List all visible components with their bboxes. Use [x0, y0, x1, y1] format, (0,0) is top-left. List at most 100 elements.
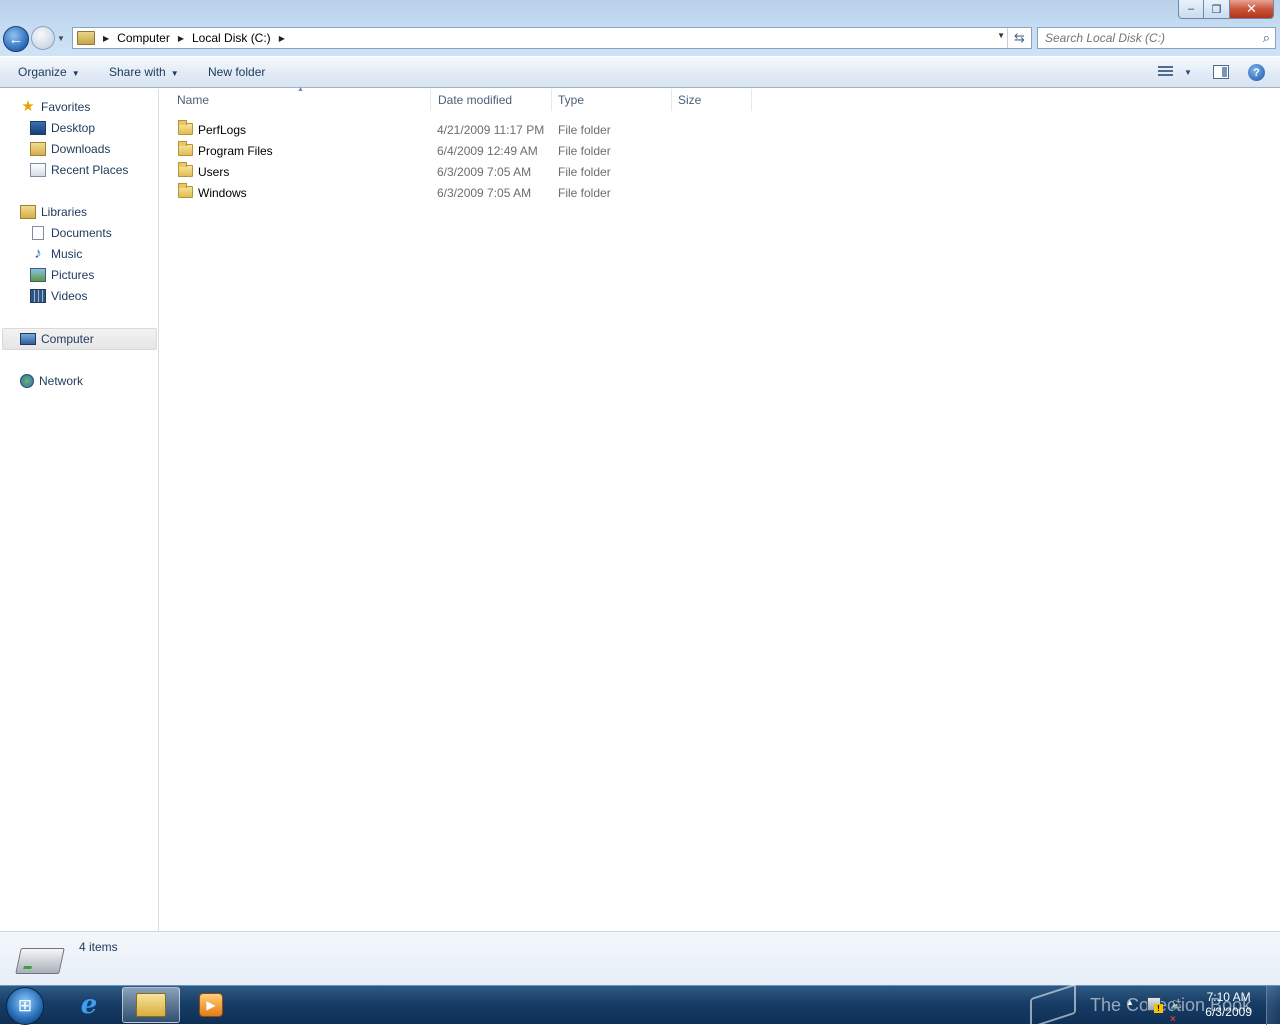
file-name: Program Files: [198, 144, 273, 158]
chevron-right-icon[interactable]: ▶: [178, 34, 184, 43]
file-name: PerfLogs: [198, 123, 247, 137]
column-header-name[interactable]: Name ▲: [160, 86, 431, 111]
file-row[interactable]: Windows 6/3/2009 7:05 AM File folder: [160, 182, 760, 203]
file-name: Windows: [198, 186, 247, 200]
nav-item-downloads[interactable]: Downloads: [30, 139, 110, 159]
organize-label: Organize: [18, 65, 67, 79]
nav-item-desktop[interactable]: Desktop: [30, 118, 95, 138]
file-type: File folder: [558, 123, 611, 137]
pictures-icon: [30, 268, 46, 282]
nav-item-videos[interactable]: Videos: [30, 286, 87, 306]
nav-item-label: Recent Places: [51, 163, 129, 177]
folder-icon: [178, 162, 193, 177]
volume-muted-icon[interactable]: 🔈×: [1170, 997, 1185, 1025]
start-button[interactable]: ⊞: [6, 987, 44, 1025]
search-box[interactable]: ⌕: [1037, 27, 1276, 49]
file-date-modified: 4/21/2009 11:17 PM: [437, 123, 545, 137]
file-list: Name ▲ Date modified Type Size PerfLogs …: [160, 86, 1280, 931]
film-strip-icon: [30, 289, 46, 303]
nav-favorites[interactable]: ★ Favorites: [20, 97, 90, 117]
taskbar-internet-explorer[interactable]: e: [60, 987, 118, 1023]
file-row[interactable]: Program Files 6/4/2009 12:49 AM File fol…: [160, 140, 760, 161]
nav-item-label: Documents: [51, 226, 112, 240]
nav-item-recent-places[interactable]: Recent Places: [30, 160, 128, 180]
system-clock[interactable]: 7:10 AM 6/3/2009: [1205, 990, 1252, 1020]
star-icon: ★: [21, 98, 35, 115]
nav-network[interactable]: Network: [20, 371, 83, 391]
nav-item-pictures[interactable]: Pictures: [30, 265, 94, 285]
search-input[interactable]: [1038, 28, 1248, 48]
breadcrumb-local-disk[interactable]: Local Disk (C:): [192, 31, 271, 45]
item-count: 4 items: [79, 940, 118, 954]
folder-icon: [178, 183, 193, 198]
hard-drive-icon: [15, 948, 65, 974]
share-with-button[interactable]: Share with ▼: [109, 65, 179, 79]
breadcrumb-computer[interactable]: Computer: [117, 31, 170, 45]
taskbar-media-player[interactable]: ▶: [182, 987, 240, 1023]
folder-icon: [178, 120, 193, 135]
book-icon: [1030, 983, 1076, 1028]
nav-item-music[interactable]: ♪ Music: [30, 244, 82, 264]
command-bar: Organize ▼ Share with ▼ New folder ▼ ?: [0, 56, 1280, 88]
details-pane: 4 items: [0, 931, 1280, 985]
title-bar: – ❐ ✕ ← ▼ ▶ Computer ▶ Local Disk (C:) ▶…: [0, 0, 1280, 56]
drive-folder-icon: [77, 31, 95, 45]
nav-libraries-label: Libraries: [41, 205, 88, 219]
column-header-type[interactable]: Type: [552, 89, 672, 111]
windows-logo-icon: ⊞: [17, 996, 33, 1015]
music-note-icon: ♪: [34, 245, 42, 262]
maximize-button[interactable]: ❐: [1204, 0, 1230, 19]
nav-item-documents[interactable]: Documents: [30, 223, 112, 243]
help-icon[interactable]: ?: [1248, 64, 1265, 81]
taskbar-windows-explorer[interactable]: [122, 987, 180, 1023]
search-icon[interactable]: ⌕: [1263, 30, 1270, 46]
window-controls: – ❐ ✕: [1178, 0, 1274, 19]
desktop-icon: [30, 121, 46, 135]
nav-computer[interactable]: Computer: [20, 329, 94, 349]
nav-item-label: Videos: [51, 289, 88, 303]
show-desktop-button[interactable]: [1266, 986, 1280, 1025]
chevron-right-icon[interactable]: ▶: [279, 34, 285, 43]
recent-pages-dropdown[interactable]: ▼: [57, 34, 65, 43]
file-name: Users: [198, 165, 230, 179]
new-folder-button[interactable]: New folder: [208, 65, 265, 79]
organize-button[interactable]: Organize ▼: [18, 65, 80, 79]
address-bar[interactable]: ▶ Computer ▶ Local Disk (C:) ▶ ▼ ⇆: [72, 27, 1032, 49]
nav-item-label: Desktop: [51, 121, 96, 135]
column-header-size[interactable]: Size: [672, 89, 752, 111]
view-options-dropdown[interactable]: ▼: [1184, 68, 1192, 77]
nav-network-label: Network: [39, 374, 84, 388]
clock-date: 6/3/2009: [1205, 1005, 1252, 1019]
close-button[interactable]: ✕: [1230, 0, 1274, 19]
preview-pane-icon[interactable]: [1213, 65, 1229, 79]
share-with-label: Share with: [109, 65, 166, 79]
nav-libraries[interactable]: Libraries: [20, 202, 87, 222]
forward-button[interactable]: [31, 26, 55, 50]
back-button[interactable]: ←: [3, 26, 29, 52]
documents-icon: [32, 226, 44, 240]
nav-item-label: Pictures: [51, 268, 95, 282]
sort-ascending-icon: ▲: [297, 86, 304, 93]
computer-icon: [20, 333, 36, 345]
taskbar: ⊞ e ▶ The Collection Book ▲ 🔈× 7:10 AM 6…: [0, 983, 1280, 1028]
nav-item-label: Music: [51, 247, 83, 261]
column-header-date-modified[interactable]: Date modified: [432, 89, 552, 111]
address-dropdown-button[interactable]: ▼: [997, 31, 1005, 40]
chevron-down-icon: ▼: [170, 69, 179, 78]
chevron-right-icon[interactable]: ▶: [103, 34, 109, 43]
file-date-modified: 6/3/2009 7:05 AM: [437, 186, 532, 200]
file-date-modified: 6/3/2009 7:05 AM: [437, 165, 532, 179]
refresh-button[interactable]: ⇆: [1007, 28, 1031, 48]
file-row[interactable]: Users 6/3/2009 7:05 AM File folder: [160, 161, 760, 182]
column-header-label: Name: [177, 93, 210, 107]
change-view-icon[interactable]: [1158, 66, 1173, 78]
folder-icon: [178, 141, 193, 156]
nav-favorites-label: Favorites: [41, 100, 91, 114]
file-type: File folder: [558, 165, 611, 179]
show-hidden-icons-button[interactable]: ▲: [1126, 998, 1134, 1007]
minimize-button[interactable]: –: [1178, 0, 1204, 19]
file-type: File folder: [558, 186, 611, 200]
file-row[interactable]: PerfLogs 4/21/2009 11:17 PM File folder: [160, 119, 760, 140]
windows-explorer-icon: [136, 993, 166, 1017]
network-warning-icon[interactable]: [1147, 997, 1163, 1013]
